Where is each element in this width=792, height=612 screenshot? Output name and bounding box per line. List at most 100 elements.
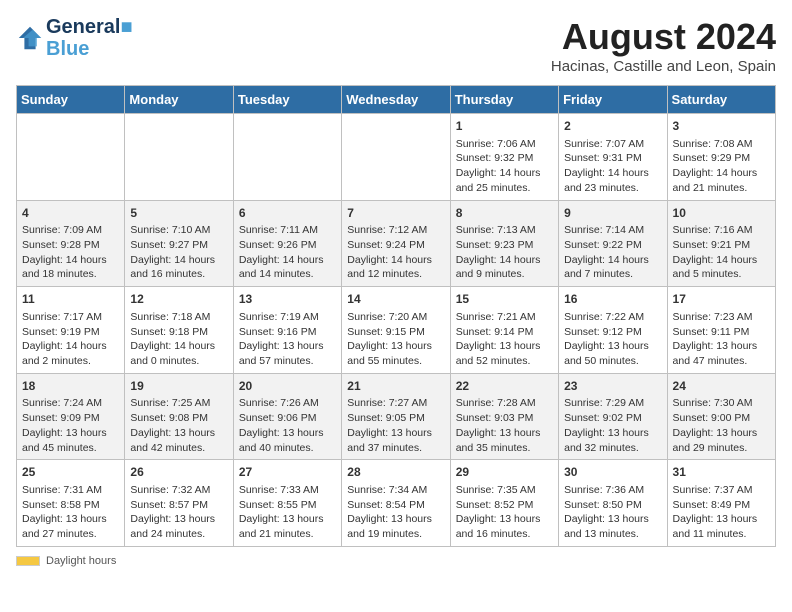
weekday-header-friday: Friday [559,86,667,114]
day-info: Sunrise: 7:27 AM Sunset: 9:05 PM Dayligh… [347,396,444,455]
day-number: 29 [456,464,553,481]
calendar-day-cell: 17 Sunrise: 7:23 AM Sunset: 9:11 PM Dayli… [667,287,775,374]
day-number: 20 [239,378,336,395]
day-info: Sunrise: 7:37 AM Sunset: 8:49 PM Dayligh… [673,483,770,542]
title-area: August 2024 Hacinas, Castille and Leon, … [551,16,776,75]
calendar-day-cell: 28 Sunrise: 7:34 AM Sunset: 8:54 PM Dayli… [342,460,450,547]
day-info: Sunrise: 7:06 AM Sunset: 9:32 PM Dayligh… [456,137,553,196]
calendar-day-cell [125,114,233,201]
day-info: Sunrise: 7:22 AM Sunset: 9:12 PM Dayligh… [564,310,661,369]
weekday-header-monday: Monday [125,86,233,114]
calendar-day-cell: 20Sunrise: 7:26 AM Sunset: 9:06 PM Dayli… [233,373,341,460]
day-info: Sunrise: 7:13 AM Sunset: 9:23 PM Dayligh… [456,223,553,282]
calendar-day-cell: 13 Sunrise: 7:19 AM Sunset: 9:16 PM Dayli… [233,287,341,374]
day-number: 17 [673,291,770,308]
daylight-bar-icon [16,556,40,566]
logo-icon [16,24,44,52]
weekday-header-row: SundayMondayTuesdayWednesdayThursdayFrid… [17,86,776,114]
weekday-header-sunday: Sunday [17,86,125,114]
day-info: Sunrise: 7:12 AM Sunset: 9:24 PM Dayligh… [347,223,444,282]
day-info: Sunrise: 7:25 AM Sunset: 9:08 PM Dayligh… [130,396,227,455]
day-number: 27 [239,464,336,481]
day-number: 31 [673,464,770,481]
day-info: Sunrise: 7:28 AM Sunset: 9:03 PM Dayligh… [456,396,553,455]
day-number: 4 [22,205,119,222]
day-info: Sunrise: 7:23 AM Sunset: 9:11 PM Dayligh… [673,310,770,369]
calendar-day-cell: 19Sunrise: 7:25 AM Sunset: 9:08 PM Dayli… [125,373,233,460]
day-number: 16 [564,291,661,308]
calendar-day-cell: 11 Sunrise: 7:17 AM Sunset: 9:19 PM Dayli… [17,287,125,374]
calendar-day-cell: 9Sunrise: 7:14 AM Sunset: 9:22 PM Daylig… [559,200,667,287]
logo: General■ Blue [16,16,133,60]
calendar-day-cell: 1 Sunrise: 7:06 AM Sunset: 9:32 PM Daylig… [450,114,558,201]
location-subtitle: Hacinas, Castille and Leon, Spain [551,58,776,75]
day-number: 1 [456,118,553,135]
day-info: Sunrise: 7:20 AM Sunset: 9:15 PM Dayligh… [347,310,444,369]
day-number: 19 [130,378,227,395]
day-info: Sunrise: 7:26 AM Sunset: 9:06 PM Dayligh… [239,396,336,455]
day-number: 11 [22,291,119,308]
day-number: 28 [347,464,444,481]
day-number: 18 [22,378,119,395]
calendar-day-cell: 22Sunrise: 7:28 AM Sunset: 9:03 PM Dayli… [450,373,558,460]
day-number: 2 [564,118,661,135]
month-year-title: August 2024 [551,16,776,58]
day-info: Sunrise: 7:24 AM Sunset: 9:09 PM Dayligh… [22,396,119,455]
weekday-header-thursday: Thursday [450,86,558,114]
weekday-header-tuesday: Tuesday [233,86,341,114]
day-info: Sunrise: 7:36 AM Sunset: 8:50 PM Dayligh… [564,483,661,542]
day-number: 21 [347,378,444,395]
day-info: Sunrise: 7:10 AM Sunset: 9:27 PM Dayligh… [130,223,227,282]
weekday-header-wednesday: Wednesday [342,86,450,114]
calendar-week-row: 25 Sunrise: 7:31 AM Sunset: 8:58 PM Dayli… [17,460,776,547]
day-number: 10 [673,205,770,222]
calendar-day-cell [233,114,341,201]
day-info: Sunrise: 7:21 AM Sunset: 9:14 PM Dayligh… [456,310,553,369]
day-number: 22 [456,378,553,395]
day-number: 24 [673,378,770,395]
day-number: 13 [239,291,336,308]
header: General■ Blue August 2024 Hacinas, Casti… [16,16,776,75]
calendar-day-cell: 23Sunrise: 7:29 AM Sunset: 9:02 PM Dayli… [559,373,667,460]
day-info: Sunrise: 7:29 AM Sunset: 9:02 PM Dayligh… [564,396,661,455]
day-info: Sunrise: 7:16 AM Sunset: 9:21 PM Dayligh… [673,223,770,282]
day-number: 14 [347,291,444,308]
day-info: Sunrise: 7:08 AM Sunset: 9:29 PM Dayligh… [673,137,770,196]
calendar-day-cell [342,114,450,201]
day-info: Sunrise: 7:07 AM Sunset: 9:31 PM Dayligh… [564,137,661,196]
day-info: Sunrise: 7:18 AM Sunset: 9:18 PM Dayligh… [130,310,227,369]
day-number: 12 [130,291,227,308]
day-number: 25 [22,464,119,481]
calendar-day-cell: 26Sunrise: 7:32 AM Sunset: 8:57 PM Dayli… [125,460,233,547]
calendar-week-row: 4Sunrise: 7:09 AM Sunset: 9:28 PM Daylig… [17,200,776,287]
calendar-day-cell: 29 Sunrise: 7:35 AM Sunset: 8:52 PM Dayli… [450,460,558,547]
calendar-day-cell: 4Sunrise: 7:09 AM Sunset: 9:28 PM Daylig… [17,200,125,287]
calendar-day-cell: 5Sunrise: 7:10 AM Sunset: 9:27 PM Daylig… [125,200,233,287]
day-info: Sunrise: 7:31 AM Sunset: 8:58 PM Dayligh… [22,483,119,542]
day-info: Sunrise: 7:34 AM Sunset: 8:54 PM Dayligh… [347,483,444,542]
calendar-week-row: 1 Sunrise: 7:06 AM Sunset: 9:32 PM Daylig… [17,114,776,201]
day-number: 26 [130,464,227,481]
day-number: 7 [347,205,444,222]
day-info: Sunrise: 7:33 AM Sunset: 8:55 PM Dayligh… [239,483,336,542]
calendar-day-cell: 8Sunrise: 7:13 AM Sunset: 9:23 PM Daylig… [450,200,558,287]
day-number: 8 [456,205,553,222]
calendar-day-cell: 14 Sunrise: 7:20 AM Sunset: 9:15 PM Dayli… [342,287,450,374]
calendar-day-cell: 7Sunrise: 7:12 AM Sunset: 9:24 PM Daylig… [342,200,450,287]
calendar-day-cell: 6Sunrise: 7:11 AM Sunset: 9:26 PM Daylig… [233,200,341,287]
logo-text: General■ Blue [46,16,133,60]
calendar-day-cell: 25 Sunrise: 7:31 AM Sunset: 8:58 PM Dayli… [17,460,125,547]
footer-note: Daylight hours [16,555,776,567]
day-number: 30 [564,464,661,481]
day-info: Sunrise: 7:19 AM Sunset: 9:16 PM Dayligh… [239,310,336,369]
daylight-label: Daylight hours [46,555,116,567]
day-number: 23 [564,378,661,395]
calendar-day-cell: 16 Sunrise: 7:22 AM Sunset: 9:12 PM Dayli… [559,287,667,374]
day-number: 9 [564,205,661,222]
day-info: Sunrise: 7:35 AM Sunset: 8:52 PM Dayligh… [456,483,553,542]
day-number: 3 [673,118,770,135]
calendar-day-cell: 18Sunrise: 7:24 AM Sunset: 9:09 PM Dayli… [17,373,125,460]
day-info: Sunrise: 7:17 AM Sunset: 9:19 PM Dayligh… [22,310,119,369]
day-info: Sunrise: 7:09 AM Sunset: 9:28 PM Dayligh… [22,223,119,282]
calendar-day-cell [17,114,125,201]
